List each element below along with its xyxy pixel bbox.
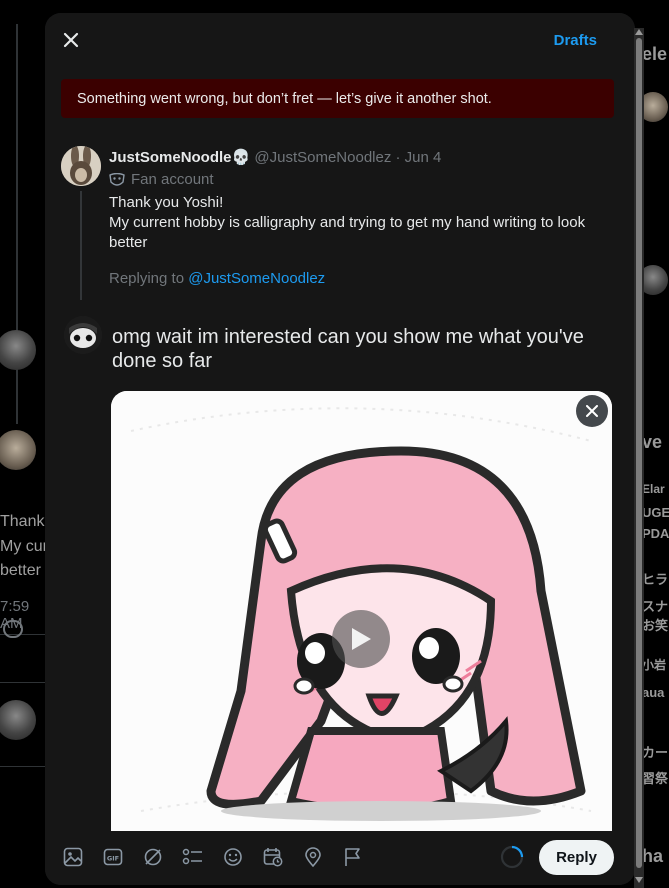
emoji-icon[interactable] [221,845,245,869]
compose-input[interactable]: omg wait im interested can you show me w… [112,325,612,373]
scroll-thumb[interactable] [636,38,642,868]
close-media-icon[interactable] [576,395,608,427]
character-progress-ring [500,845,524,869]
grok-icon[interactable] [141,845,165,869]
schedule-icon[interactable] [261,845,285,869]
sidebar-text: 習祭 [642,771,669,786]
background-avatar [0,430,36,470]
sidebar-text: PDA [642,526,669,541]
sidebar-text: ha [642,846,664,866]
sidebar-text: お笑 [642,618,669,633]
divider [0,682,46,683]
tweet-text-line: My current hobby is calligraphy and tryi… [109,214,586,251]
author-name[interactable]: JustSomeNoodle💀 [109,149,250,166]
flag-icon[interactable] [341,845,365,869]
divider [0,766,46,767]
image-icon[interactable] [61,845,85,869]
avatar[interactable] [61,146,101,186]
background-text: better [0,562,41,579]
modal-body: Drafts Something went wrong, but don’t f… [45,13,635,885]
mask-icon [109,172,125,186]
background-text: My cur [0,538,48,555]
sidebar-text: カー [642,745,669,760]
sidebar-text: ele [642,44,668,64]
sidebar-text: ve [642,432,663,452]
replying-prefix: Replying to [109,270,185,287]
background-avatar [0,330,36,370]
fan-account-label: Fan account [109,171,214,188]
author-handle[interactable]: @JustSomeNoodlez · Jun 4 [254,149,441,166]
sidebar-text: UGE [642,505,669,520]
fan-label-text: Fan account [131,171,214,188]
poll-icon[interactable] [181,845,205,869]
scrollbar[interactable] [634,28,644,888]
background-timeline: Thank My cur better 7:59 AM [0,0,48,888]
location-icon[interactable] [301,845,325,869]
my-avatar[interactable] [64,316,102,354]
comment-icon[interactable] [3,620,23,638]
sidebar-text: 小岩 [642,658,667,672]
svg-text:GIF: GIF [107,855,119,863]
tweet-text-line: Thank you Yoshi! [109,194,224,211]
drafts-button[interactable]: Drafts [554,32,597,49]
replying-to: Replying to @JustSomeNoodlez [109,270,325,287]
sidebar-text: aua [642,685,665,700]
sidebar-text: Elar [642,482,665,496]
close-icon[interactable] [58,27,84,53]
background-avatar [0,700,36,740]
tweet-header: JustSomeNoodle💀 @JustSomeNoodlez · Jun 4 [109,148,441,166]
scroll-up-arrow-icon[interactable] [635,29,643,35]
compose-toolbar: GIF Reply [45,831,635,885]
gif-icon[interactable]: GIF [101,845,125,869]
error-message: Something went wrong, but don’t fret — l… [77,90,492,107]
tweet-text: Thank you Yoshi! My current hobby is cal… [109,193,614,253]
play-icon[interactable] [332,610,390,668]
sidebar-text: スナ [642,599,669,614]
background-text: Thank [0,513,45,530]
error-banner: Something went wrong, but don’t fret — l… [61,79,614,118]
thread-line [80,191,82,300]
sidebar-text: ヒラ [642,572,669,587]
replying-mention[interactable]: @JustSomeNoodlez [188,270,325,287]
reply-modal: Drafts Something went wrong, but don’t f… [45,13,635,885]
scroll-down-arrow-icon[interactable] [635,877,643,883]
reply-button[interactable]: Reply [539,840,614,875]
